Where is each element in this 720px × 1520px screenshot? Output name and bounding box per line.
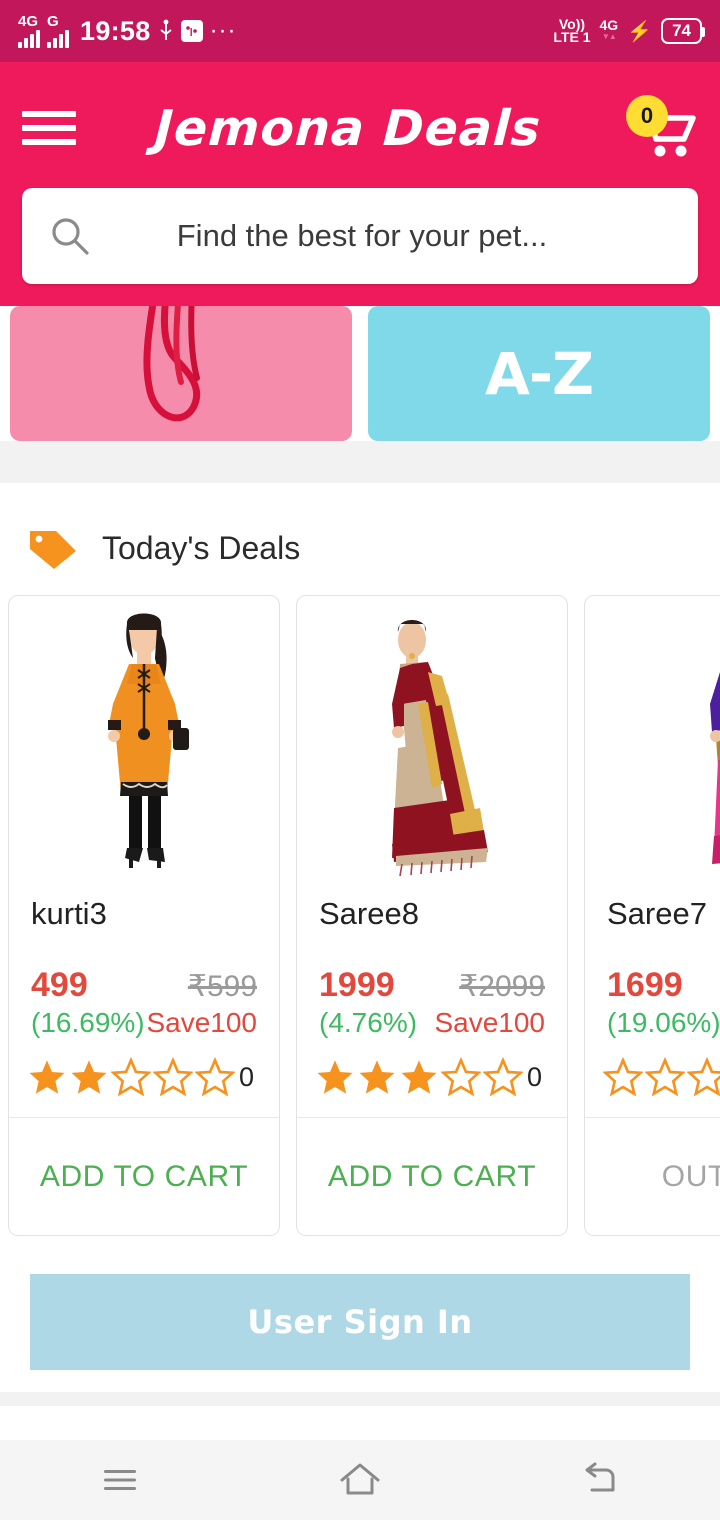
android-nav-bar xyxy=(0,1440,720,1520)
signin-section: User Sign In xyxy=(0,1252,720,1392)
deals-header: Today's Deals xyxy=(0,511,720,595)
product-card[interactable]: Saree8 1999 ₹2099 (4.76%) Save100 0 ADD … xyxy=(296,595,568,1236)
star-empty-icon xyxy=(441,1057,481,1097)
star-empty-icon xyxy=(483,1057,523,1097)
product-price-row: 499 ₹599 xyxy=(9,932,279,1005)
product-discount-row: (4.76%) Save100 xyxy=(297,1005,567,1039)
network-type-right: 4G ▼▲ xyxy=(599,17,619,41)
app-screen: 4G G 19:58 ··· Vo)) LTE 1 4G ▼▲ ⚡ 74 Jem… xyxy=(0,0,720,1520)
product-rating: 0 xyxy=(9,1039,279,1117)
home-button[interactable] xyxy=(240,1460,480,1500)
hamburger-menu-icon[interactable] xyxy=(22,111,76,145)
cart-button[interactable]: 0 xyxy=(620,93,698,163)
footer-spacer xyxy=(0,1392,720,1406)
star-empty-icon xyxy=(111,1057,151,1097)
product-list: kurti3 499 ₹599 (16.69%) Save100 0 ADD T… xyxy=(0,595,720,1236)
status-clock: 19:58 xyxy=(80,15,151,46)
search-input[interactable] xyxy=(92,218,672,254)
search-section xyxy=(0,180,720,306)
maroon-beige-saree-model-image xyxy=(392,620,488,877)
product-card[interactable]: Saree7 1699 (19.06%) OUT OF xyxy=(584,595,720,1236)
product-discount-row: (19.06%) xyxy=(585,1005,720,1039)
section-divider xyxy=(0,441,720,483)
product-name: Saree7 xyxy=(607,896,707,931)
product-price: 1699 xyxy=(607,966,683,1004)
product-old-price: ₹2099 xyxy=(459,970,545,1003)
volte-indicator: Vo)) LTE 1 xyxy=(553,16,591,45)
status-overflow-icon: ··· xyxy=(209,17,237,44)
star-empty-icon xyxy=(153,1057,193,1097)
product-discount: (16.69%) xyxy=(31,1007,145,1038)
signal-primary: 4G xyxy=(18,14,40,48)
product-old-price: ₹599 xyxy=(187,970,257,1003)
search-bar[interactable] xyxy=(22,188,698,284)
status-bar: 4G G 19:58 ··· Vo)) LTE 1 4G ▼▲ ⚡ 74 xyxy=(0,0,720,62)
product-discount: (4.76%) xyxy=(319,1007,418,1038)
product-price: 499 xyxy=(31,966,88,1004)
product-save: Save100 xyxy=(146,1007,257,1038)
data-arrows-icon: ▼▲ xyxy=(601,32,617,41)
price-tag-icon xyxy=(30,531,76,569)
app-header: Jemona Deals 0 xyxy=(0,62,720,180)
star-filled-icon xyxy=(29,1060,65,1094)
signal-secondary: G xyxy=(47,14,69,48)
star-filled-icon xyxy=(317,1060,353,1094)
product-image xyxy=(297,596,567,882)
star-filled-icon xyxy=(71,1060,107,1094)
orange-kurti-model-image xyxy=(108,613,189,868)
product-rating xyxy=(585,1039,720,1117)
pet-cord-image xyxy=(143,306,201,422)
product-price-row: 1999 ₹2099 xyxy=(297,932,567,1005)
banner-row: A-Z xyxy=(0,306,720,441)
search-icon xyxy=(52,218,89,255)
product-price-row: 1699 xyxy=(585,932,720,1005)
cart-count-badge: 0 xyxy=(626,95,668,137)
star-filled-icon xyxy=(401,1060,437,1094)
product-name: Saree8 xyxy=(319,896,419,931)
page-title: Jemona Deals xyxy=(153,99,543,157)
spacer xyxy=(0,483,720,511)
product-image xyxy=(585,596,720,882)
rating-count: 0 xyxy=(527,1061,543,1092)
add-to-cart-button[interactable]: ADD TO CART xyxy=(297,1117,567,1235)
out-of-stock-label: OUT OF xyxy=(585,1117,720,1235)
home-icon xyxy=(340,1463,380,1495)
star-empty-icon xyxy=(603,1057,643,1097)
product-save: Save100 xyxy=(434,1007,545,1038)
purple-pink-saree-model-image xyxy=(710,672,720,864)
signal-bars-primary-icon xyxy=(18,30,40,48)
star-empty-icon xyxy=(687,1057,720,1097)
battery-indicator: 74 xyxy=(661,18,705,44)
menu-icon xyxy=(104,1470,136,1490)
product-rating: 0 xyxy=(297,1039,567,1117)
network-type-secondary: G xyxy=(47,13,59,30)
banner-label: A-Z xyxy=(484,339,594,408)
product-price: 1999 xyxy=(319,966,395,1004)
back-button[interactable] xyxy=(480,1462,720,1498)
banner-card-0[interactable] xyxy=(10,306,352,441)
recents-button[interactable] xyxy=(0,1465,240,1495)
user-sign-in-button[interactable]: User Sign In xyxy=(30,1274,690,1370)
deals-section-title: Today's Deals xyxy=(102,529,301,566)
product-image xyxy=(9,596,279,882)
star-empty-icon xyxy=(645,1057,685,1097)
banner-card-1[interactable]: A-Z xyxy=(368,306,710,441)
product-discount-row: (16.69%) Save100 xyxy=(9,1005,279,1039)
product-name: kurti3 xyxy=(31,896,107,931)
usb-debug-icon xyxy=(180,20,203,42)
star-empty-icon xyxy=(195,1057,235,1097)
product-discount: (19.06%) xyxy=(607,1007,720,1038)
back-icon xyxy=(585,1462,615,1492)
signal-bars-secondary-icon xyxy=(47,30,69,48)
star-filled-icon xyxy=(359,1060,395,1094)
add-to-cart-button[interactable]: ADD TO CART xyxy=(9,1117,279,1235)
charging-bolt-icon: ⚡ xyxy=(627,20,653,43)
usb-icon xyxy=(160,19,172,40)
network-type-primary: 4G xyxy=(18,13,39,30)
rating-count: 0 xyxy=(239,1061,255,1092)
product-card[interactable]: kurti3 499 ₹599 (16.69%) Save100 0 ADD T… xyxy=(8,595,280,1236)
